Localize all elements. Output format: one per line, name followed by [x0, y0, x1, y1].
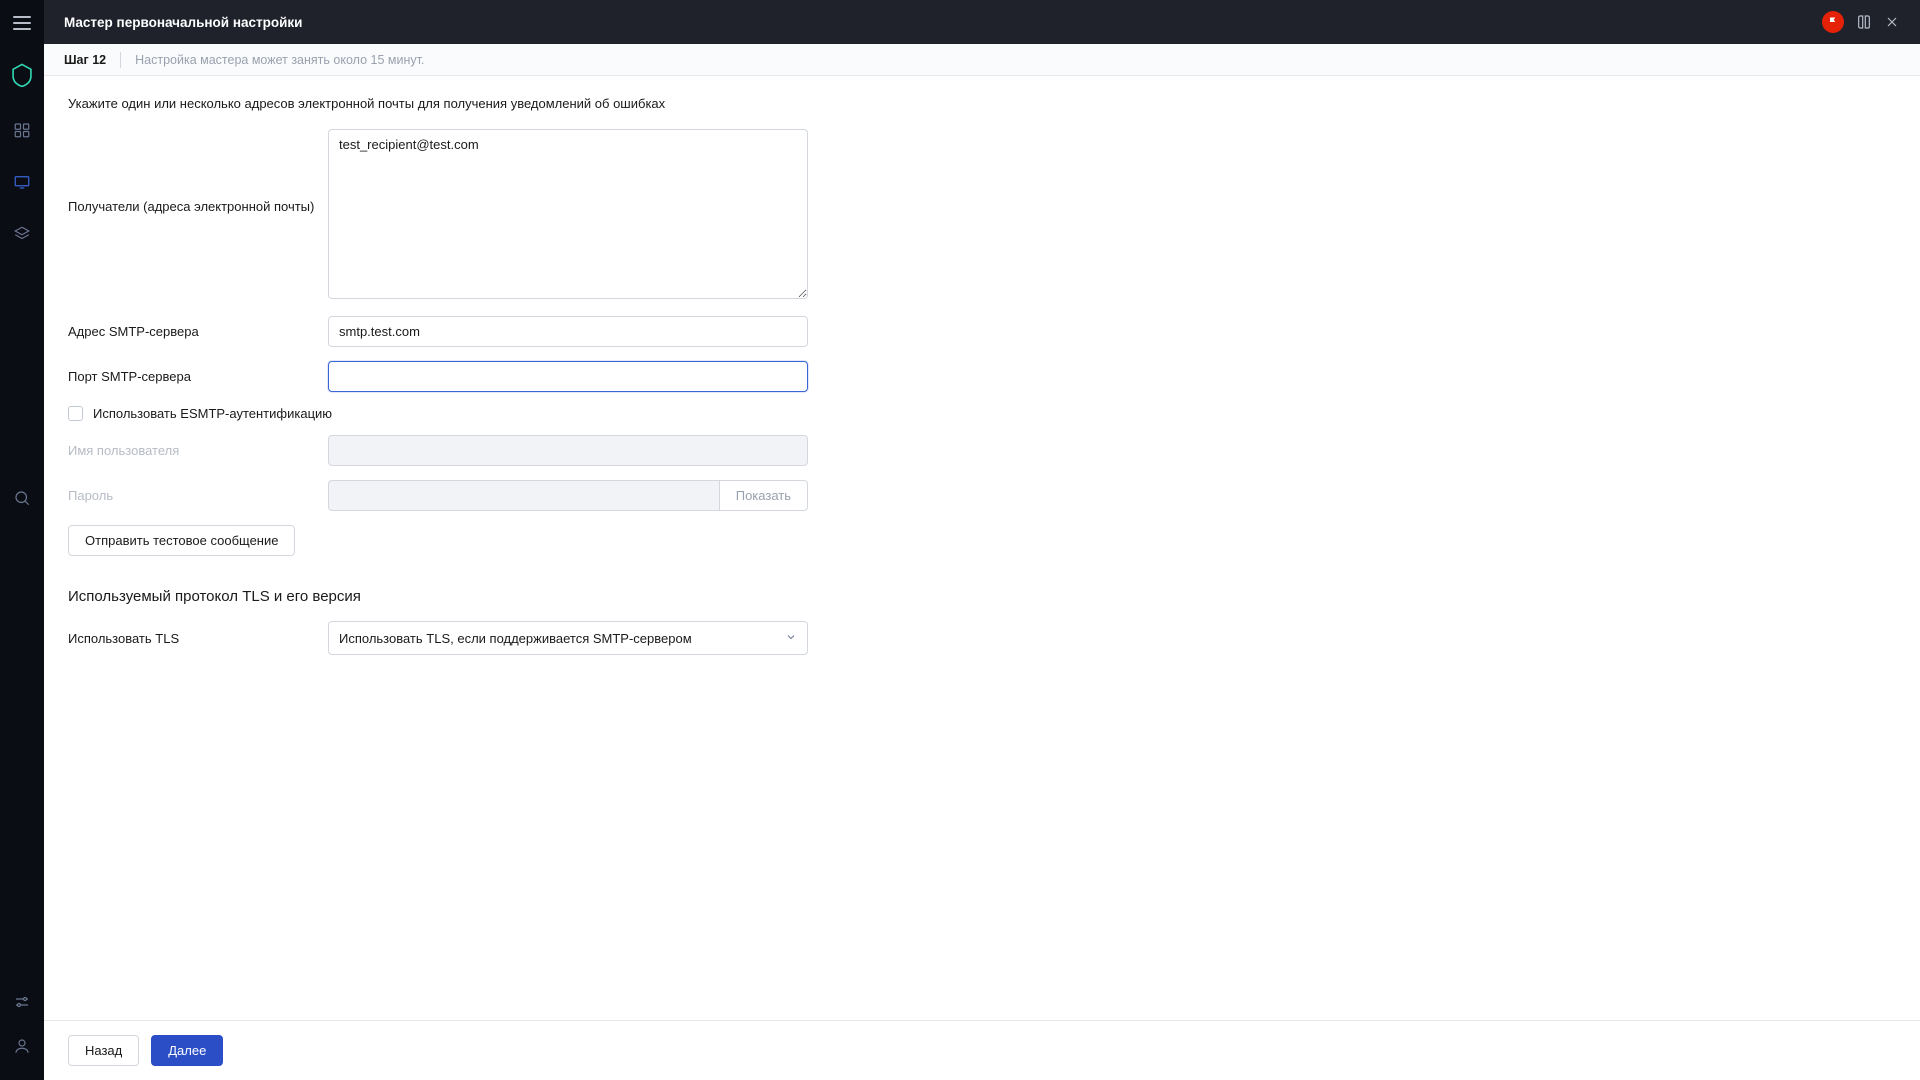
recipients-textarea[interactable]	[328, 129, 808, 299]
titlebar: Мастер первоначальной настройки	[44, 0, 1920, 44]
menu-icon[interactable]	[13, 16, 31, 30]
smtp-address-label: Адрес SMTP-сервера	[68, 324, 328, 339]
nav-dashboard-icon[interactable]	[12, 120, 32, 140]
send-test-button[interactable]: Отправить тестовое сообщение	[68, 525, 295, 556]
smtp-address-input[interactable]	[328, 316, 808, 347]
esmtp-label: Использовать ESMTP-аутентификацию	[93, 406, 332, 421]
nav-user-icon[interactable]	[12, 1036, 32, 1056]
chevron-down-icon	[785, 631, 797, 646]
step-bar: Шаг 12 Настройка мастера может занять ок…	[44, 44, 1920, 76]
back-button[interactable]: Назад	[68, 1035, 139, 1066]
app-sidebar	[0, 0, 44, 1080]
next-button[interactable]: Далее	[151, 1035, 223, 1066]
username-label: Имя пользователя	[68, 443, 328, 458]
form-description: Укажите один или несколько адресов элект…	[68, 96, 1896, 111]
step-divider	[120, 52, 121, 68]
flag-badge-icon[interactable]	[1822, 11, 1844, 33]
smtp-port-label: Порт SMTP-сервера	[68, 369, 328, 384]
tls-section-title: Используемый протокол TLS и его версия	[68, 588, 1896, 605]
app-logo-icon	[9, 62, 35, 88]
esmtp-checkbox[interactable]	[68, 406, 83, 421]
nav-layers-icon[interactable]	[12, 224, 32, 244]
wizard-footer: Назад Далее	[44, 1020, 1920, 1080]
nav-settings-icon[interactable]	[12, 992, 32, 1012]
recipients-label: Получатели (адреса электронной почты)	[68, 129, 328, 214]
password-label: Пароль	[68, 488, 328, 503]
nav-devices-icon[interactable]	[12, 172, 32, 192]
nav-search-icon[interactable]	[12, 488, 32, 508]
close-icon[interactable]	[1884, 14, 1900, 30]
use-tls-label: Использовать TLS	[68, 631, 328, 646]
help-icon[interactable]	[1856, 14, 1872, 30]
step-number: Шаг 12	[64, 53, 106, 67]
wizard-title: Мастер первоначальной настройки	[64, 15, 302, 30]
step-hint: Настройка мастера может занять около 15 …	[135, 53, 424, 67]
username-input	[328, 435, 808, 466]
show-password-button: Показать	[719, 480, 808, 511]
smtp-port-input[interactable]	[328, 361, 808, 392]
password-input	[328, 480, 719, 511]
tls-select-value: Использовать TLS, если поддерживается SM…	[339, 631, 692, 646]
tls-select[interactable]: Использовать TLS, если поддерживается SM…	[328, 621, 808, 655]
